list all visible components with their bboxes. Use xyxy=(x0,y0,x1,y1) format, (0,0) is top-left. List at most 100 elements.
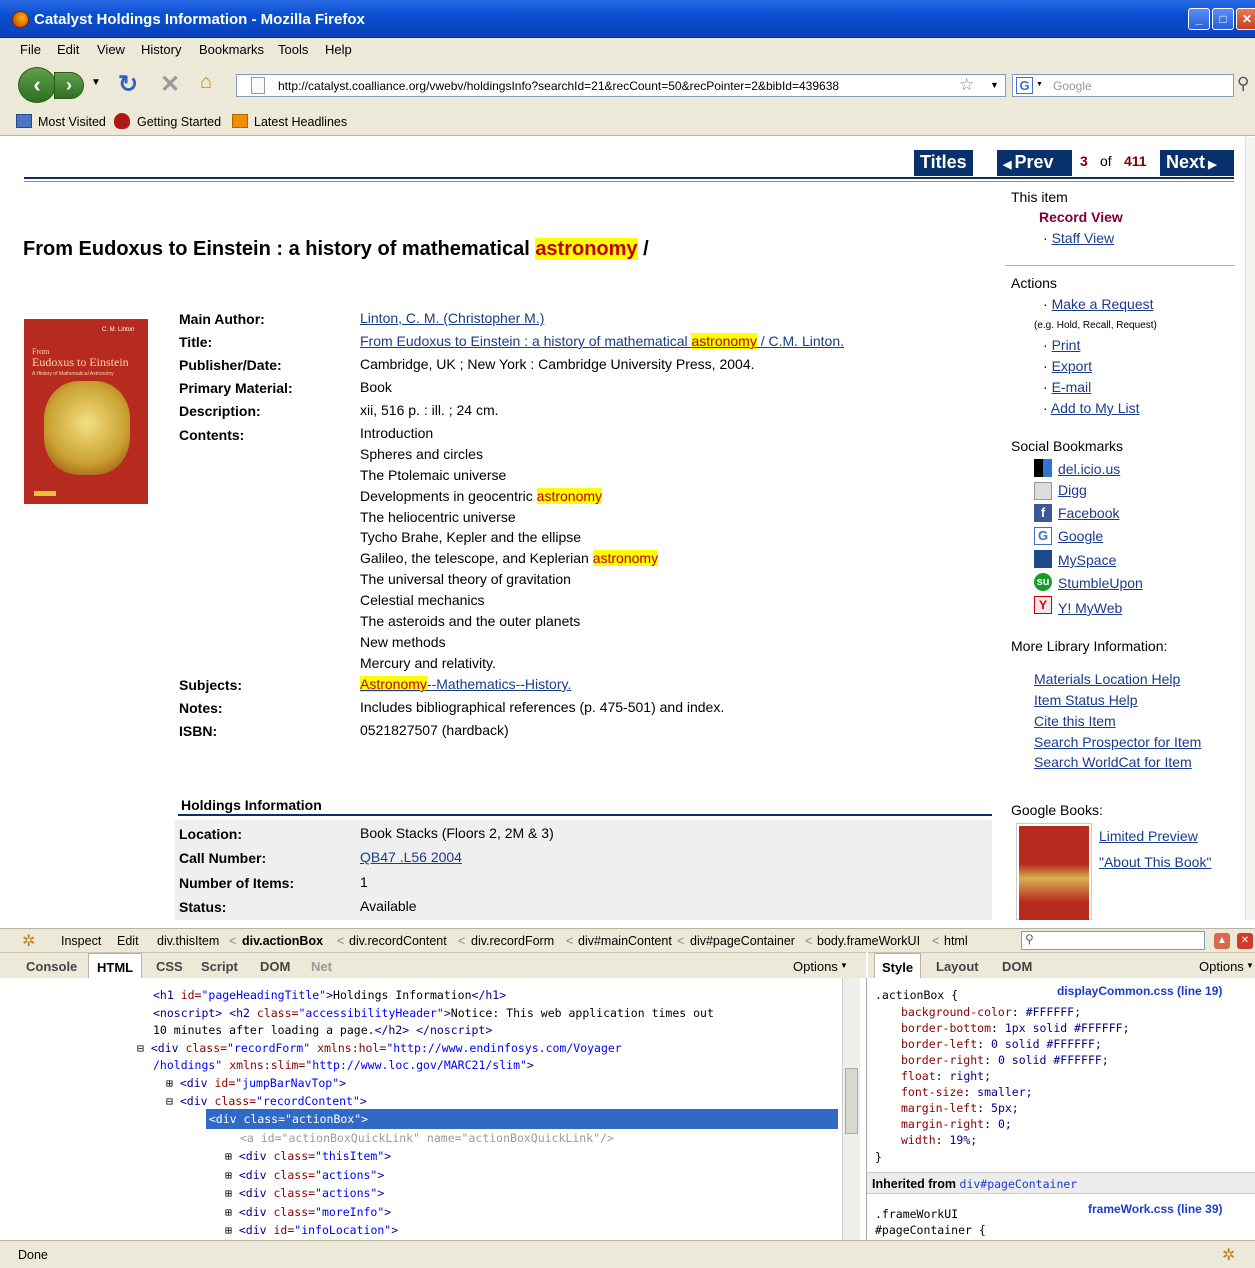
firebug-detach-icon[interactable]: ▲ xyxy=(1214,933,1230,949)
firebug-close-icon[interactable]: ✕ xyxy=(1237,933,1253,949)
expand-icon[interactable]: ⊞ xyxy=(166,1076,173,1090)
email-link[interactable]: E-mail xyxy=(1052,379,1092,395)
collapse-icon[interactable]: ⊟ xyxy=(195,1112,202,1126)
delicious-link[interactable]: del.icio.us xyxy=(1058,461,1120,477)
html-panel-scrollbar[interactable] xyxy=(842,978,860,1240)
search-input[interactable]: Google xyxy=(1053,79,1092,93)
search-prospector-link[interactable]: Search Prospector for Item xyxy=(1034,734,1201,750)
collapse-icon[interactable]: ⊟ xyxy=(137,1041,144,1055)
history-dropdown-icon[interactable]: ▼ xyxy=(91,77,101,88)
rule2-source-link[interactable]: frameWork.css (line 39) xyxy=(1088,1202,1223,1216)
menu-view[interactable]: View xyxy=(97,42,125,57)
google-engine-icon[interactable]: G xyxy=(1016,77,1033,94)
html-tree-panel[interactable]: <h1 id="pageHeadingTitle">Holdings Infor… xyxy=(0,978,842,1240)
bookmark-most-visited[interactable]: Most Visited xyxy=(38,115,106,129)
action-export-item[interactable]: · Export xyxy=(1043,358,1092,374)
staff-view-item[interactable]: · Staff View xyxy=(1043,230,1114,246)
tab-html[interactable]: HTML xyxy=(88,953,143,979)
css-property[interactable]: border-right: 0 solid #FFFFFF; xyxy=(901,1053,1109,1067)
tab-style[interactable]: Style xyxy=(874,953,922,979)
print-link[interactable]: Print xyxy=(1052,337,1081,353)
tab-net[interactable]: Net xyxy=(311,959,332,974)
tree-node[interactable]: <h1 id="pageHeadingTitle">Holdings Infor… xyxy=(153,988,506,1002)
tree-node[interactable]: ⊟ <div class="recordContent"> xyxy=(166,1094,367,1108)
make-request-link[interactable]: Make a Request xyxy=(1052,296,1154,312)
crumb-record-form[interactable]: div.recordForm xyxy=(471,934,554,948)
css-style-panel[interactable]: .actionBox { displayCommon.css (line 19)… xyxy=(866,978,1255,1240)
css-property[interactable]: width: 19%; xyxy=(901,1133,977,1147)
search-go-icon[interactable]: ⚲ xyxy=(1237,74,1249,94)
html-options-menu[interactable]: Options xyxy=(793,959,838,974)
menu-file[interactable]: File xyxy=(20,42,41,57)
action-email-item[interactable]: · E-mail xyxy=(1043,379,1091,395)
staff-view-link[interactable]: Staff View xyxy=(1052,230,1115,246)
tab-css[interactable]: CSS xyxy=(156,959,183,974)
tree-node[interactable]: ⊞ <div class="actions"> xyxy=(225,1168,384,1182)
css-property[interactable]: border-left: 0 solid #FFFFFF; xyxy=(901,1037,1102,1051)
css-property[interactable]: font-size: smaller; xyxy=(901,1085,1033,1099)
menu-history[interactable]: History xyxy=(141,42,181,57)
expand-icon[interactable]: ⊞ xyxy=(225,1149,232,1163)
bookmark-latest-headlines[interactable]: Latest Headlines xyxy=(254,115,347,129)
menu-edit[interactable]: Edit xyxy=(57,42,79,57)
crumb-page-container[interactable]: div#pageContainer xyxy=(690,934,795,948)
materials-location-help-link[interactable]: Materials Location Help xyxy=(1034,671,1180,687)
url-bar[interactable]: http://catalyst.coalliance.org/vwebv/hol… xyxy=(236,74,1006,97)
forward-button[interactable]: › xyxy=(54,72,84,99)
crumb-record-content[interactable]: div.recordContent xyxy=(349,934,447,948)
facebook-link[interactable]: Facebook xyxy=(1058,505,1119,521)
crumb-main-content[interactable]: div#mainContent xyxy=(578,934,672,948)
action-add-list-item[interactable]: · Add to My List xyxy=(1043,400,1139,416)
expand-icon[interactable]: ⊞ xyxy=(225,1168,232,1182)
tree-node[interactable]: ⊞ <div id="jumpBarNavTop"> xyxy=(166,1076,346,1090)
titles-button[interactable]: Titles xyxy=(914,150,973,176)
google-books-thumbnail[interactable] xyxy=(1016,823,1092,920)
url-dropdown-icon[interactable]: ▼ xyxy=(990,80,999,90)
next-button[interactable]: Next ▶ xyxy=(1160,150,1234,176)
reload-icon[interactable]: ↻ xyxy=(118,70,138,99)
crumb-html[interactable]: html xyxy=(944,934,968,948)
rule-source-link[interactable]: displayCommon.css (line 19) xyxy=(1057,984,1222,998)
tab-script[interactable]: Script xyxy=(201,959,238,974)
action-print-item[interactable]: · Print xyxy=(1043,337,1080,353)
bookmark-getting-started[interactable]: Getting Started xyxy=(137,115,221,129)
scrollbar-thumb[interactable] xyxy=(845,1068,858,1134)
about-this-book-link[interactable]: "About This Book" xyxy=(1099,854,1211,870)
tree-node[interactable]: <noscript> <h2 class="accessibilityHeade… xyxy=(153,1006,714,1020)
firebug-icon[interactable]: ✲ xyxy=(22,931,35,951)
tree-node[interactable]: ⊟ <div class="recordForm" xmlns:hol="htt… xyxy=(137,1041,622,1055)
minimize-icon[interactable]: _ xyxy=(1188,8,1210,30)
crumb-body[interactable]: body.frameWorkUI xyxy=(817,934,920,948)
maximize-icon[interactable]: □ xyxy=(1212,8,1234,30)
make-request-item[interactable]: · Make a Request xyxy=(1043,296,1154,312)
search-bar[interactable]: G ▼ Google ⚲ xyxy=(1012,74,1249,97)
search-worldcat-link[interactable]: Search WorldCat for Item xyxy=(1034,754,1192,770)
export-link[interactable]: Export xyxy=(1052,358,1092,374)
tab-side-dom[interactable]: DOM xyxy=(1002,959,1032,974)
stop-icon[interactable]: ✕ xyxy=(160,70,180,99)
call-number-link[interactable]: QB47 .L56 2004 xyxy=(360,849,462,865)
menu-tools[interactable]: Tools xyxy=(278,42,308,57)
limited-preview-link[interactable]: Limited Preview xyxy=(1099,828,1198,844)
bookmark-star-icon[interactable]: ☆ xyxy=(959,75,974,95)
firebug-status-icon[interactable]: ✲ xyxy=(1222,1245,1235,1265)
inspect-button[interactable]: Inspect xyxy=(61,934,101,948)
tree-node[interactable]: ⊞ <div class="thisItem"> xyxy=(225,1149,391,1163)
crumb-action-box[interactable]: div.actionBox xyxy=(242,934,323,948)
page-scrollbar[interactable] xyxy=(1245,137,1255,920)
css-property[interactable]: float: right; xyxy=(901,1069,991,1083)
add-to-list-link[interactable]: Add to My List xyxy=(1051,400,1140,416)
title-link[interactable]: From Eudoxus to Einstein : a history of … xyxy=(360,333,844,349)
tab-dom[interactable]: DOM xyxy=(260,959,290,974)
menu-bookmarks[interactable]: Bookmarks xyxy=(199,42,264,57)
back-button[interactable]: ‹ xyxy=(18,67,56,103)
expand-icon[interactable]: ⊞ xyxy=(225,1205,232,1219)
css-property[interactable]: margin-right: 0; xyxy=(901,1117,1012,1131)
tree-node[interactable]: <a id="actionBoxQuickLink" name="actionB… xyxy=(240,1131,614,1145)
stumbleupon-link[interactable]: StumbleUpon xyxy=(1058,575,1143,591)
author-link[interactable]: Linton, C. M. (Christopher M.) xyxy=(360,310,544,326)
close-icon[interactable]: ✕ xyxy=(1236,8,1255,30)
style-options-menu[interactable]: Options xyxy=(1199,959,1244,974)
expand-icon[interactable]: ⊞ xyxy=(225,1186,232,1200)
inherited-from-link[interactable]: div#pageContainer xyxy=(960,1177,1078,1191)
